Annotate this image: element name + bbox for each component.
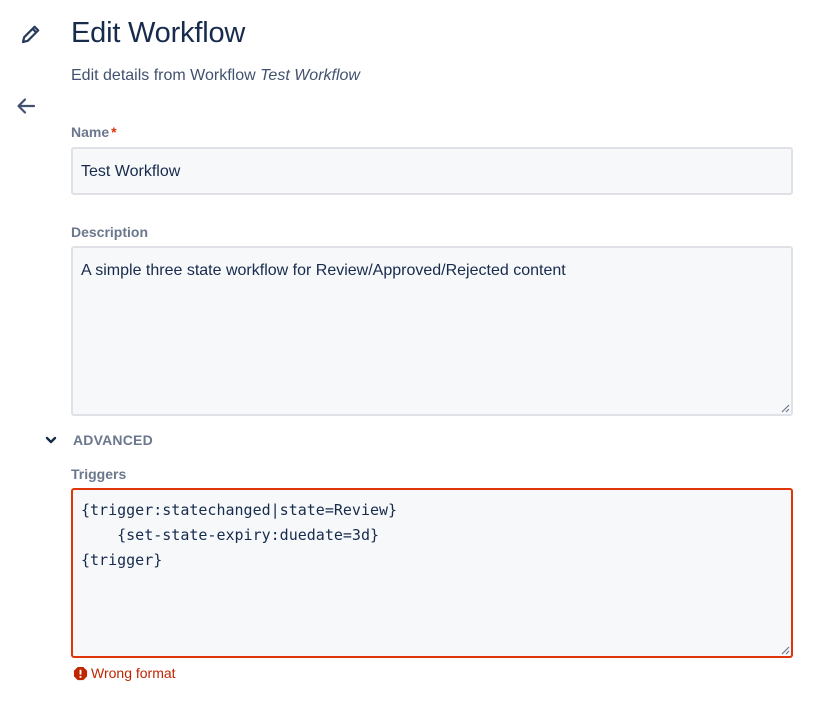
page-title: Edit Workflow: [71, 17, 246, 49]
subtitle-workflow-name: Test Workflow: [260, 67, 360, 84]
triggers-label: Triggers: [71, 466, 127, 482]
warning-icon: [73, 666, 88, 680]
name-field[interactable]: Test Workflow: [71, 147, 793, 195]
triggers-error: Wrong format: [73, 664, 176, 682]
advanced-toggle[interactable]: ADVANCED: [44, 430, 153, 450]
description-label: Description: [71, 224, 149, 240]
pencil-icon: [21, 25, 40, 44]
error-text: Wrong format: [91, 665, 176, 681]
resize-handle-icon[interactable]: [780, 403, 790, 413]
subtitle-prefix: Edit details from Workflow: [71, 67, 256, 84]
triggers-text: {trigger:statechanged|state=Review} {set…: [81, 501, 398, 569]
advanced-label: ADVANCED: [73, 432, 153, 448]
description-field[interactable]: A simple three state workflow for Review…: [71, 246, 793, 416]
triggers-field[interactable]: {trigger:statechanged|state=Review} {set…: [71, 488, 793, 658]
name-label: Name *: [71, 123, 117, 141]
chevron-down-icon: [45, 436, 57, 444]
name-label-text: Name: [71, 124, 110, 140]
required-marker: *: [111, 124, 117, 140]
arrow-left-icon[interactable]: [15, 95, 37, 117]
page-subtitle: Edit details from Workflow Test Workflow: [71, 65, 360, 87]
resize-handle-icon[interactable]: [780, 645, 790, 655]
description-text: A simple three state workflow for Review…: [81, 262, 566, 279]
